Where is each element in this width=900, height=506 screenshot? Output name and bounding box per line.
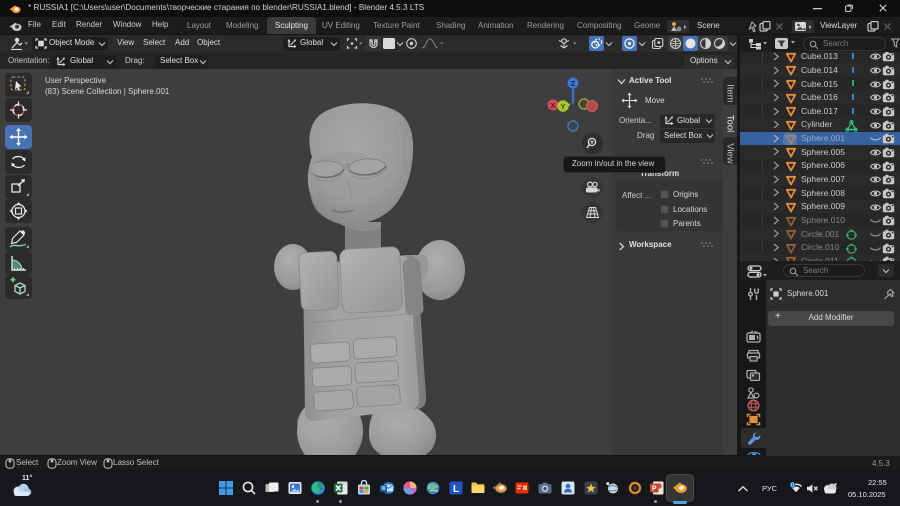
svg-text:Z: Z [571,79,576,88]
svg-text:Y: Y [560,102,565,111]
svg-text:L: L [453,484,459,495]
svg-text:X: X [550,101,555,110]
svg-text:P: P [652,486,657,493]
